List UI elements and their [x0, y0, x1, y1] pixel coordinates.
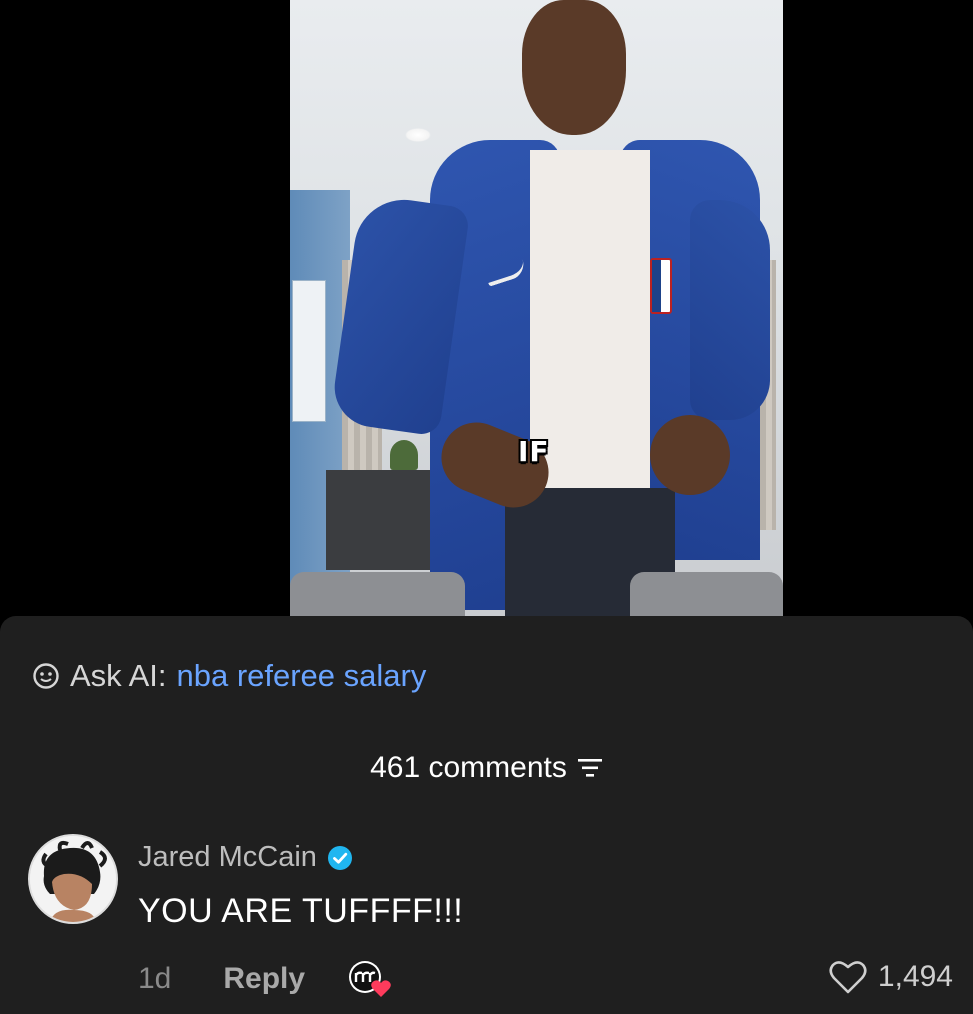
arm-right [690, 200, 770, 420]
comment-text: YOU ARE TUFFFF!!! [138, 892, 464, 930]
nba-logo-icon [650, 258, 672, 314]
comments-panel: Ask AI: nba referee salary 461 comments … [0, 616, 973, 1014]
reply-button[interactable]: Reply [223, 962, 305, 996]
ai-chat-icon [33, 663, 59, 689]
comment-time: 1d [138, 962, 172, 995]
chair-right [630, 572, 783, 616]
avatar-illustration [30, 836, 116, 922]
background-table [326, 470, 446, 570]
ask-ai-query-link[interactable]: nba referee salary [176, 658, 426, 694]
sort-icon[interactable] [577, 757, 603, 779]
background-plant [390, 440, 418, 470]
comment-count: 461 comments [370, 751, 567, 784]
comment-meta: 1d Reply [138, 959, 393, 999]
video-caption: IF [518, 435, 550, 468]
chair-left [290, 572, 465, 616]
like-button[interactable]: 1,494 [828, 959, 953, 995]
avatar[interactable] [28, 834, 118, 924]
hand-right [650, 415, 730, 495]
heart-icon[interactable] [828, 959, 868, 995]
video-player[interactable]: IF [290, 0, 783, 616]
author-name[interactable]: Jared McCain [138, 841, 317, 874]
ask-ai-label: Ask AI: [70, 658, 167, 693]
ceiling-light [405, 128, 431, 142]
background-window [292, 280, 326, 422]
like-count: 1,494 [877, 960, 953, 993]
comment-author[interactable]: Jared McCain [138, 841, 353, 874]
comments-header[interactable]: 461 comments [0, 751, 973, 785]
creator-liked-icon [349, 961, 391, 997]
verified-badge-icon [327, 845, 352, 870]
person-head [522, 0, 626, 135]
ask-ai-suggestion[interactable]: Ask AI: nba referee salary [32, 658, 426, 694]
